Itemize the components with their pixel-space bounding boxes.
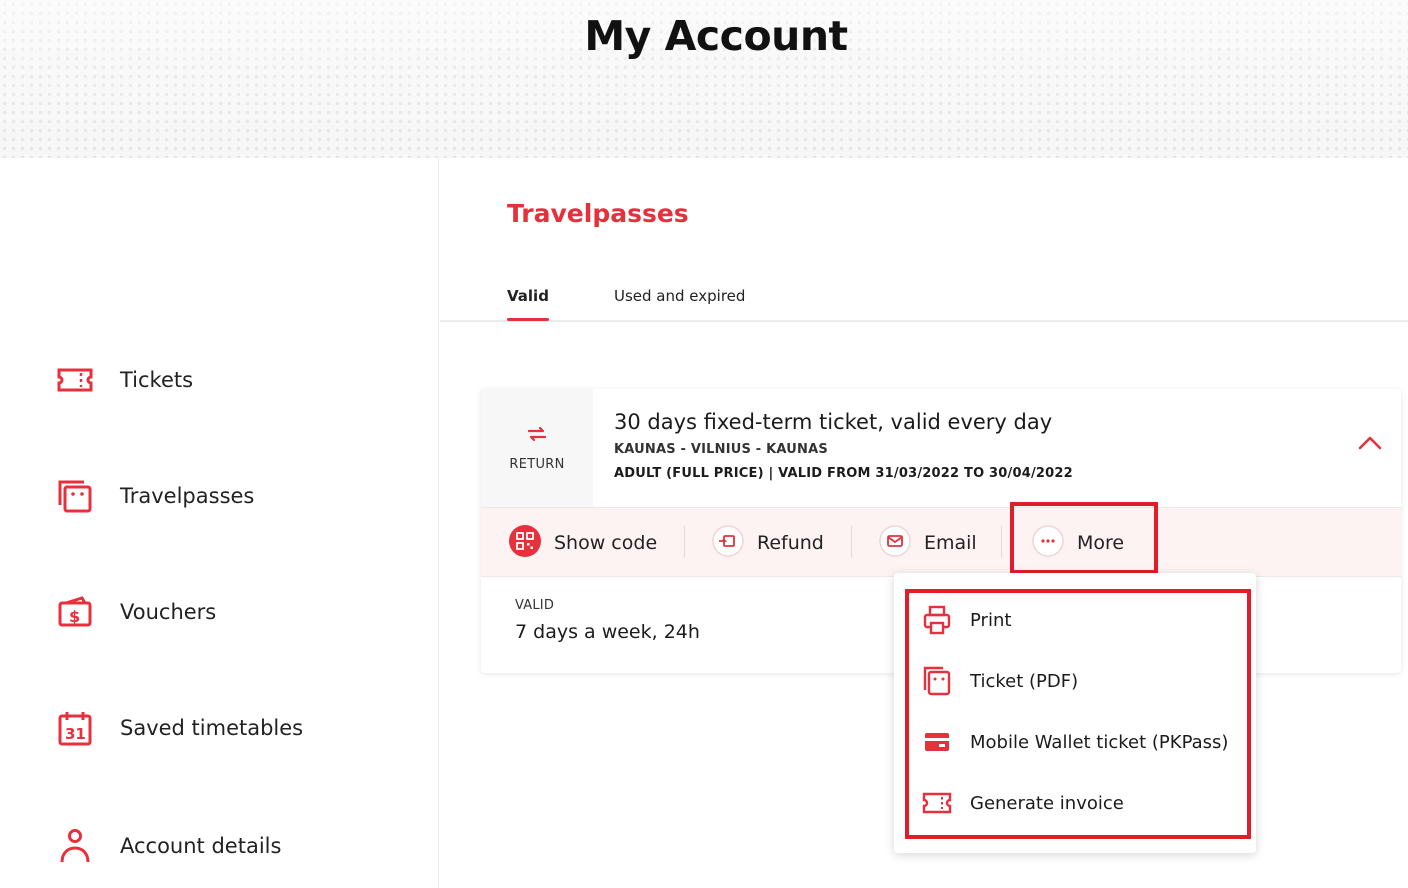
return-arrows-icon [526, 425, 548, 447]
travelpass-icon [56, 478, 96, 514]
email-icon [878, 524, 912, 562]
show-code-label: Show code [554, 532, 658, 554]
divider [1001, 526, 1002, 558]
voucher-icon: $ [56, 594, 96, 630]
sidebar-item-tickets[interactable]: Tickets [56, 362, 193, 398]
validity-value: 7 days a week, 24h [515, 621, 700, 643]
chevron-up-icon[interactable] [1357, 435, 1383, 455]
sidebar-item-label: Tickets [120, 368, 194, 392]
ticket-fare: ADULT (FULL PRICE) | VALID FROM 31/03/20… [614, 466, 1073, 481]
sidebar-item-label: Travelpasses [120, 484, 255, 508]
sidebar-item-account-details[interactable]: Account details [56, 828, 281, 864]
sidebar-item-saved-timetables[interactable]: 31 Saved timetables [56, 710, 303, 746]
refund-button[interactable]: Refund [711, 508, 824, 578]
calendar-icon: 31 [56, 710, 96, 746]
tab-bar: Valid Used and expired [440, 280, 1408, 322]
refund-label: Refund [757, 532, 824, 554]
sidebar-item-travelpasses[interactable]: Travelpasses [56, 478, 254, 514]
dropdown-highlight-box [905, 589, 1251, 839]
trip-type-box: RETURN [481, 389, 593, 507]
email-button[interactable]: Email [878, 508, 977, 578]
user-icon [56, 828, 96, 864]
ticket-icon [56, 362, 96, 398]
ticket-title: 30 days fixed-term ticket, valid every d… [614, 410, 1053, 434]
page-title: My Account [584, 12, 848, 60]
sidebar-item-label: Account details [120, 834, 282, 858]
sidebar: Tickets Travelpasses $ Vouchers 31 Saved… [0, 158, 439, 888]
svg-text:31: 31 [65, 725, 86, 743]
section-title: Travelpasses [507, 199, 689, 228]
ticket-route: KAUNAS - VILNIUS - KAUNAS [614, 442, 828, 457]
more-highlight-box [1010, 502, 1158, 574]
svg-text:$: $ [69, 607, 80, 626]
sidebar-item-label: Saved timetables [120, 716, 304, 740]
email-label: Email [924, 532, 977, 554]
action-bar: Show code Refund Email More [481, 502, 1401, 578]
trip-type-label: RETURN [509, 456, 565, 472]
sidebar-item-label: Vouchers [120, 600, 217, 624]
sidebar-item-vouchers[interactable]: $ Vouchers [56, 594, 216, 630]
show-code-button[interactable]: Show code [508, 508, 657, 578]
validity-label: VALID [515, 598, 555, 613]
divider [851, 526, 852, 558]
card-header[interactable]: RETURN 30 days fixed-term ticket, valid … [481, 389, 1401, 507]
refund-icon [711, 524, 745, 562]
qr-code-icon [508, 524, 542, 562]
more-dropdown-menu: Print Ticket (PDF) Mobile Wallet ticket … [894, 573, 1256, 853]
tab-valid[interactable]: Valid [507, 287, 549, 321]
tab-used-and-expired[interactable]: Used and expired [614, 287, 745, 305]
divider [684, 526, 685, 558]
